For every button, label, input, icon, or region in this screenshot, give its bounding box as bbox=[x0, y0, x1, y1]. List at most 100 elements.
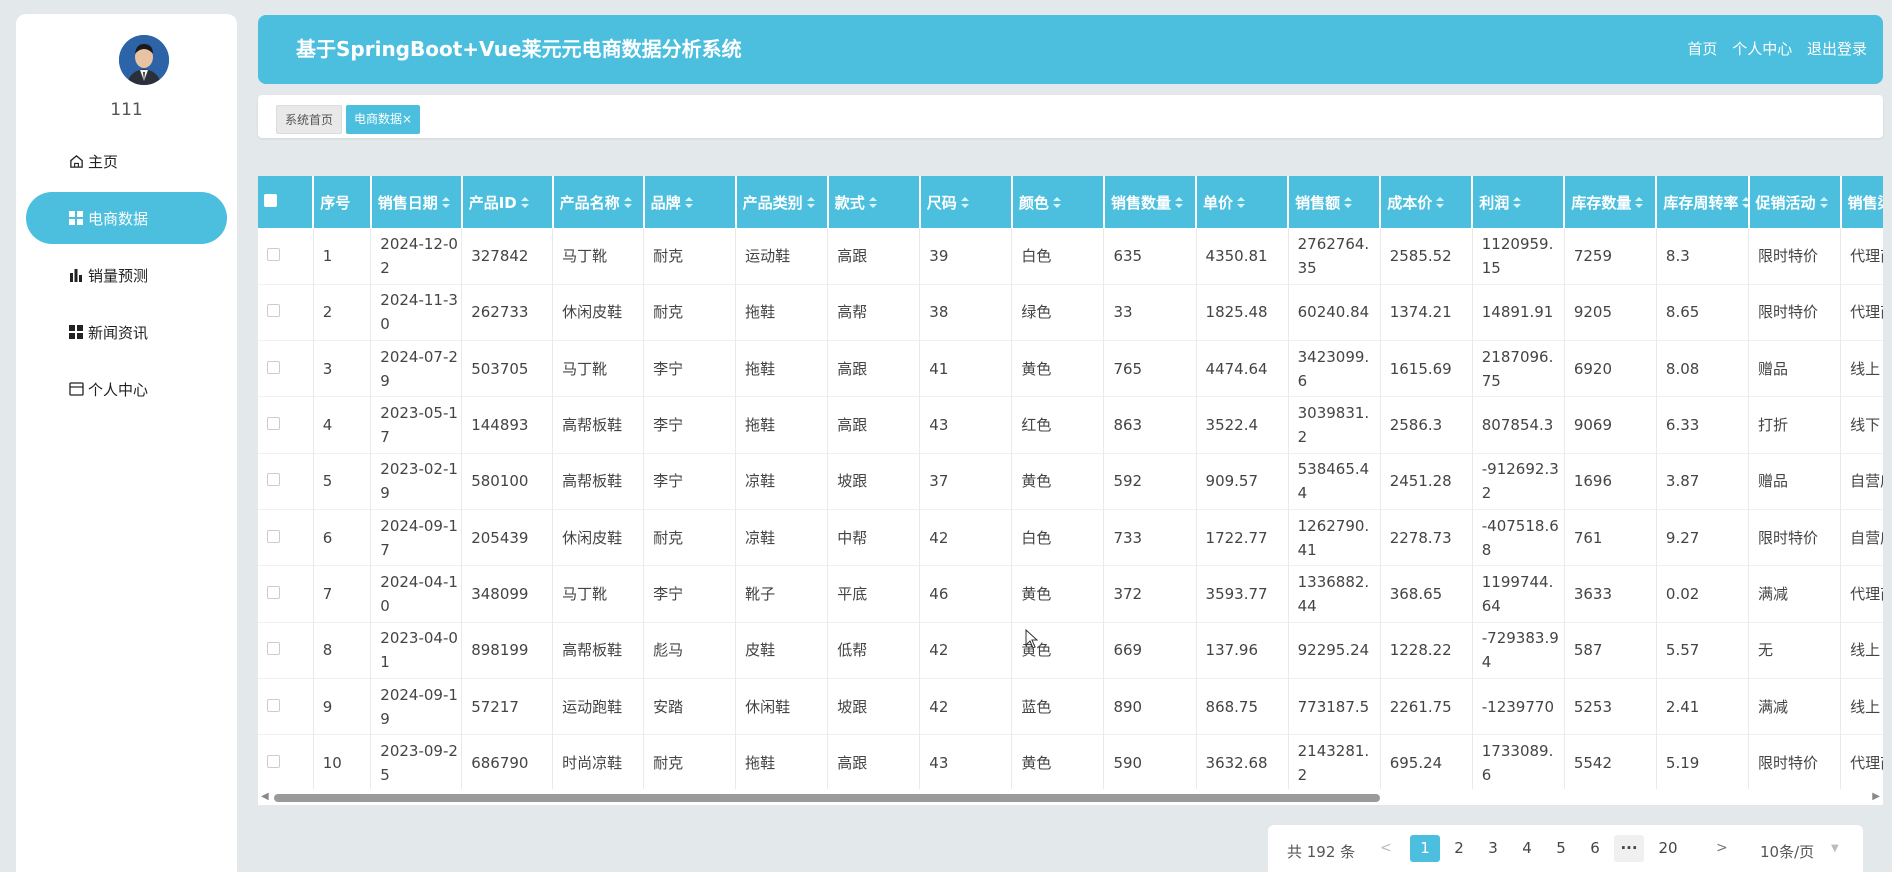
column-header[interactable]: 销售数量 bbox=[1103, 176, 1198, 228]
table-cell: 2024-11-30 bbox=[370, 284, 463, 341]
page-button[interactable]: 3 bbox=[1478, 835, 1508, 862]
sort-icon[interactable] bbox=[1237, 194, 1246, 212]
sort-icon[interactable] bbox=[1819, 194, 1828, 212]
column-header[interactable]: 品牌 bbox=[643, 176, 737, 228]
column-header[interactable]: 款式 bbox=[827, 176, 921, 228]
sort-icon[interactable] bbox=[1436, 194, 1445, 212]
row-checkbox[interactable] bbox=[267, 642, 280, 656]
sidebar-item-label: 个人中心 bbox=[88, 380, 149, 399]
sidebar-item-sales-forecast[interactable]: 销量预测 bbox=[26, 249, 227, 301]
row-select-cell[interactable] bbox=[258, 340, 314, 397]
scrollbar-thumb[interactable] bbox=[274, 794, 1380, 802]
page-button[interactable]: 2 bbox=[1444, 835, 1474, 862]
column-header[interactable]: 产品ID bbox=[461, 176, 554, 228]
personal-center-link[interactable]: 个人中心 bbox=[1732, 40, 1792, 58]
prev-page-button[interactable]: < bbox=[1380, 840, 1392, 856]
more-pages-button[interactable]: ··· bbox=[1614, 835, 1644, 862]
row-checkbox[interactable] bbox=[267, 247, 280, 261]
table-cell: 773187.5 bbox=[1288, 678, 1381, 735]
tab-ecommerce-data[interactable]: 电商数据× bbox=[346, 105, 421, 134]
table-row[interactable]: 5 2023-02-19 580100 高帮板鞋 李宁 凉鞋 坡跟 37 黄色 592 909.57… bbox=[258, 453, 1883, 510]
table-cell: 372 bbox=[1103, 565, 1197, 623]
logout-link[interactable]: 退出登录 bbox=[1807, 40, 1867, 58]
chevron-down-icon[interactable]: ▼ bbox=[1831, 843, 1839, 854]
row-checkbox[interactable] bbox=[267, 754, 280, 768]
column-header[interactable]: 成本价 bbox=[1380, 176, 1474, 228]
row-checkbox[interactable] bbox=[267, 417, 280, 431]
sidebar-item-home[interactable]: 主页 bbox=[26, 135, 227, 187]
select-all-header[interactable] bbox=[258, 176, 315, 228]
sort-icon[interactable] bbox=[960, 194, 969, 212]
column-header[interactable]: 单价 bbox=[1196, 176, 1290, 228]
sidebar-item-ecommerce-data[interactable]: 电商数据 bbox=[26, 192, 227, 244]
page-size-select[interactable]: 10条/页 bbox=[1760, 841, 1814, 862]
column-header[interactable]: 产品类别 bbox=[735, 176, 829, 228]
sort-icon[interactable] bbox=[1174, 194, 1183, 212]
tab-system-home[interactable]: 系统首页 bbox=[276, 105, 343, 134]
column-header[interactable]: 销售渠道 bbox=[1840, 176, 1883, 228]
row-checkbox[interactable] bbox=[267, 304, 280, 318]
page-button[interactable]: 6 bbox=[1580, 835, 1610, 862]
column-header[interactable]: 颜色 bbox=[1011, 176, 1105, 228]
row-select-cell[interactable] bbox=[258, 734, 314, 791]
horizontal-scrollbar[interactable]: ◀ ▶ bbox=[258, 789, 1883, 805]
sort-icon[interactable] bbox=[520, 194, 529, 212]
column-header[interactable]: 产品名称 bbox=[552, 176, 645, 228]
sort-icon[interactable] bbox=[868, 194, 877, 212]
sort-icon[interactable] bbox=[1635, 194, 1644, 212]
sort-icon[interactable] bbox=[623, 194, 632, 212]
sort-icon[interactable] bbox=[684, 194, 693, 212]
column-header[interactable]: 尺码 bbox=[919, 176, 1013, 228]
row-select-cell[interactable] bbox=[258, 678, 314, 735]
sort-icon[interactable] bbox=[441, 194, 450, 212]
row-checkbox[interactable] bbox=[267, 473, 280, 487]
home-link[interactable]: 首页 bbox=[1687, 40, 1717, 58]
table-cell: 7259 bbox=[1564, 228, 1657, 285]
table-row[interactable]: 3 2024-07-29 503705 马丁靴 李宁 拖鞋 高跟 41 黄色 765 4474.64… bbox=[258, 340, 1883, 397]
table-cell: 38 bbox=[919, 284, 1013, 341]
scroll-left-icon[interactable]: ◀ bbox=[261, 791, 269, 802]
column-header[interactable]: 库存数量 bbox=[1564, 176, 1658, 228]
row-checkbox[interactable] bbox=[267, 360, 280, 374]
table-row[interactable]: 8 2023-04-01 898199 高帮板鞋 彪马 皮鞋 低帮 42 黄色 669 137.96… bbox=[258, 622, 1883, 679]
page-button[interactable]: 20 bbox=[1653, 835, 1683, 862]
sidebar-item-personal-center[interactable]: 个人中心 bbox=[26, 363, 227, 415]
sort-icon[interactable] bbox=[1513, 194, 1522, 212]
column-header[interactable]: 销售日期 bbox=[370, 176, 463, 228]
scroll-right-icon[interactable]: ▶ bbox=[1872, 791, 1880, 802]
table-row[interactable]: 1 2024-12-02 327842 马丁靴 耐克 运动鞋 高跟 39 白色 635 4350.8… bbox=[258, 228, 1883, 285]
column-header[interactable]: 促销活动 bbox=[1748, 176, 1842, 228]
page-button[interactable]: 5 bbox=[1546, 835, 1576, 862]
table-row[interactable]: 2 2024-11-30 262733 休闲皮鞋 耐克 拖鞋 高帮 38 绿色 33 1825.48… bbox=[258, 284, 1883, 341]
table-cell: 3.87 bbox=[1656, 453, 1750, 510]
row-select-cell[interactable] bbox=[258, 453, 314, 510]
page-button[interactable]: 1 bbox=[1410, 835, 1440, 862]
column-header[interactable]: 库存周转率 bbox=[1656, 176, 1750, 228]
table-cell: 2024-09-19 bbox=[370, 678, 463, 735]
column-header[interactable]: 利润 bbox=[1472, 176, 1566, 228]
select-all-checkbox[interactable] bbox=[264, 194, 277, 207]
sort-icon[interactable] bbox=[806, 194, 815, 212]
table-row[interactable]: 9 2024-09-19 57217 运动跑鞋 安踏 休闲鞋 坡跟 42 蓝色 890 868.75… bbox=[258, 678, 1883, 735]
row-select-cell[interactable] bbox=[258, 396, 314, 454]
next-page-button[interactable]: > bbox=[1716, 840, 1728, 856]
row-select-cell[interactable] bbox=[258, 284, 314, 341]
table-row[interactable]: 4 2023-05-17 144893 高帮板鞋 李宁 拖鞋 高跟 43 红色 863 3522.4… bbox=[258, 396, 1883, 454]
row-select-cell[interactable] bbox=[258, 565, 314, 623]
row-select-cell[interactable] bbox=[258, 509, 314, 566]
table-row[interactable]: 7 2024-04-10 348099 马丁靴 李宁 靴子 平底 46 黄色 372 3593.77… bbox=[258, 565, 1883, 623]
sidebar-item-news[interactable]: 新闻资讯 bbox=[26, 306, 227, 358]
avatar[interactable] bbox=[119, 35, 169, 85]
row-checkbox[interactable] bbox=[267, 529, 280, 543]
table-row[interactable]: 10 2023-09-25 686790 时尚凉鞋 耐克 拖鞋 高跟 43 黄色 590 3632.… bbox=[258, 734, 1883, 791]
row-checkbox[interactable] bbox=[267, 698, 280, 712]
row-select-cell[interactable] bbox=[258, 228, 314, 285]
row-checkbox[interactable] bbox=[267, 585, 280, 599]
row-select-cell[interactable] bbox=[258, 622, 314, 679]
page-button[interactable]: 4 bbox=[1512, 835, 1542, 862]
sort-icon[interactable] bbox=[1052, 194, 1061, 212]
sort-icon[interactable] bbox=[1344, 194, 1353, 212]
table-row[interactable]: 6 2024-09-17 205439 休闲皮鞋 耐克 凉鞋 中帮 42 白色 733 1722.7… bbox=[258, 509, 1883, 566]
column-header[interactable]: 销售额 bbox=[1288, 176, 1382, 228]
table-cell: 高跟 bbox=[827, 340, 921, 397]
